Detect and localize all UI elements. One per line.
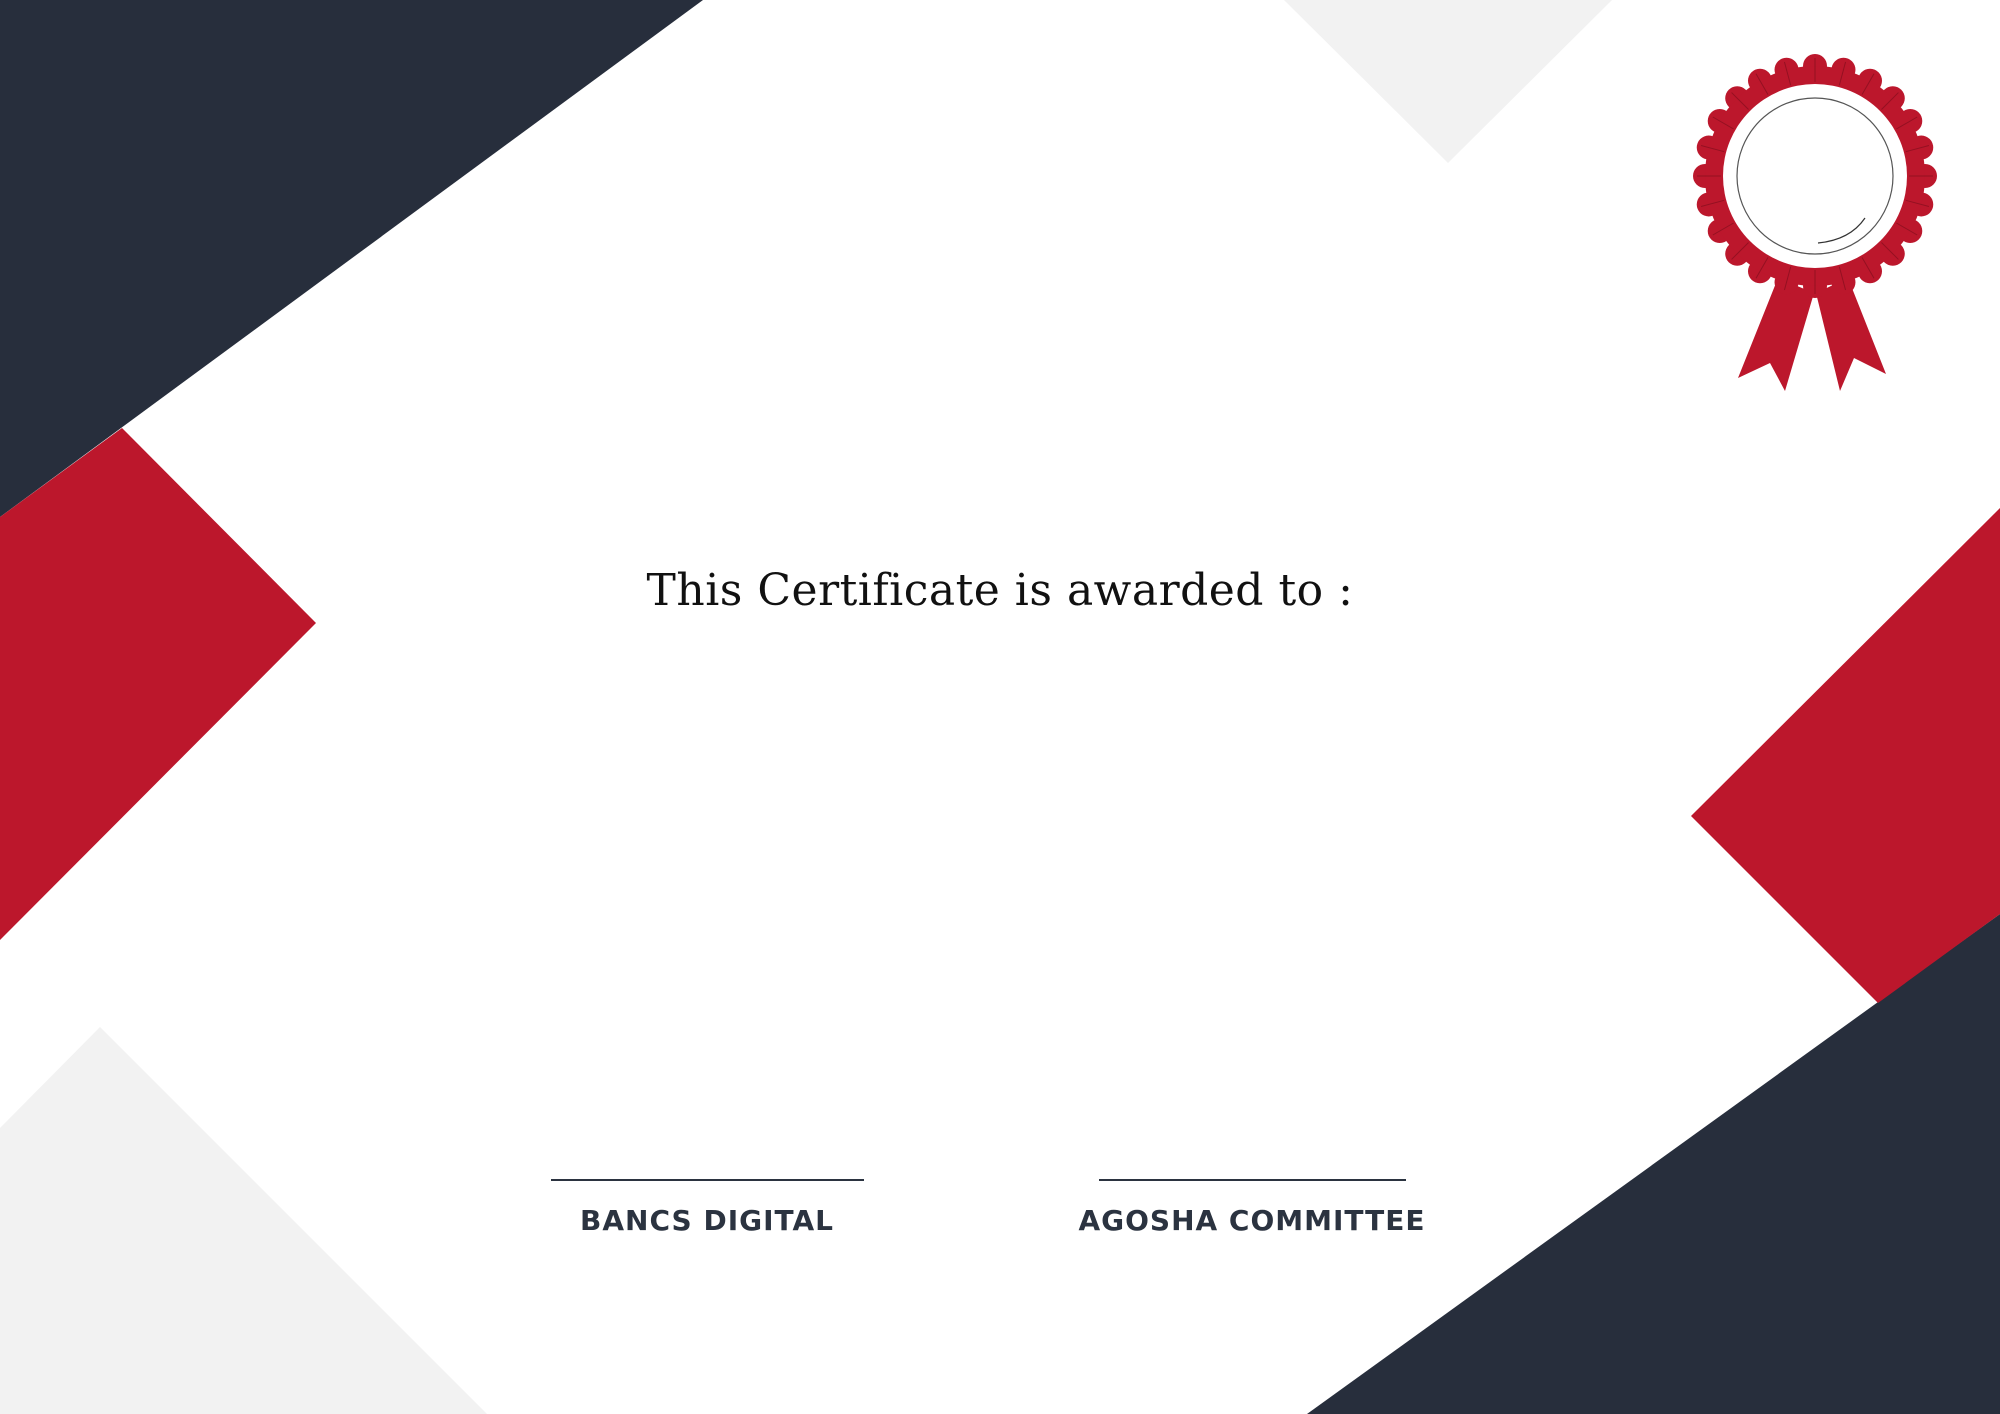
- signature-label-left: BANCS DIGITAL: [580, 1204, 834, 1237]
- gray-triangle-top: [1284, 0, 1612, 163]
- certificate: This Certificate is awarded to : BANCS D…: [0, 0, 2000, 1414]
- signature-line-left: [551, 1179, 864, 1181]
- red-band-left: [0, 428, 316, 940]
- award-rosette-icon: [1693, 54, 1937, 391]
- signature-line-right: [1099, 1179, 1406, 1181]
- gray-triangle-bottom: [0, 1027, 487, 1414]
- signature-label-right: AGOSHA COMMITTEE: [1078, 1204, 1426, 1237]
- navy-corner-top-left: [0, 0, 703, 517]
- award-statement: This Certificate is awarded to :: [646, 565, 1354, 616]
